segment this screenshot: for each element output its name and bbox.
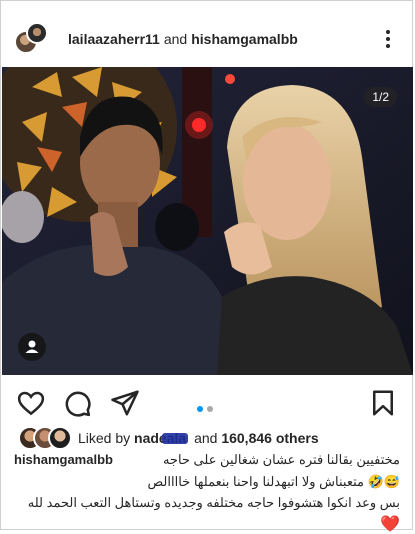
carousel-dots [195,399,215,417]
carousel-dot [207,406,213,412]
avatar[interactable] [26,22,48,44]
likes-row: Liked by nadeala and 160,846 others [0,425,415,450]
likes-count[interactable]: 160,846 others [221,430,318,446]
more-dots-icon[interactable] [382,28,394,50]
post-authors: lailaazaherr11 and hishamgamalbb [68,31,298,47]
collab-avatars[interactable] [14,22,48,54]
liked-by-label: Liked by [78,430,131,446]
paper-plane-icon[interactable] [110,388,140,418]
person-tag-glyph [25,340,39,353]
author-link-2[interactable]: hishamgamalbb [191,31,298,47]
post-actions [0,380,415,424]
bookmark-icon[interactable] [368,388,398,418]
likes-summary: Liked by nadeala and 160,846 others [78,430,319,446]
photo-illustration [2,67,413,375]
person-tag-icon[interactable] [18,333,46,361]
comment-bubble-glyph [65,391,91,417]
heart-emoji: ❤️ [380,516,400,533]
post-photo[interactable]: 1/2 [2,67,413,375]
carousel-counter: 1/2 [364,87,397,107]
paper-plane-glyph [111,390,139,416]
liker-username[interactable]: nadeala [134,430,189,446]
authors-conjunction: and [163,31,188,47]
author-link-1[interactable]: lailaazaherr11 [68,31,160,47]
likes-conjunction: and [194,430,218,446]
bookmark-glyph [373,390,393,416]
liker-avatars[interactable] [18,426,72,450]
carousel-dot-active [197,406,203,412]
caption-username[interactable]: hishamgamalbb [14,452,113,467]
post-header: lailaazaherr11 and hishamgamalbb [0,18,415,62]
caption-line-3: بس وعد انكوا هتشوفوا حاجه مختلفه وجديده … [27,495,400,510]
comment-bubble-icon[interactable] [62,388,92,418]
heart-outline-glyph [17,391,45,416]
avatar[interactable] [48,426,72,450]
caption-line-1: مختفيين بقالنا فتره عشان شغالين على حاجه [162,452,400,467]
heart-outline-icon[interactable] [16,388,46,418]
caption-line-2: 😅🤣 متعبناش ولا اتبهدلنا واحنا بنعملها خا… [147,474,401,489]
